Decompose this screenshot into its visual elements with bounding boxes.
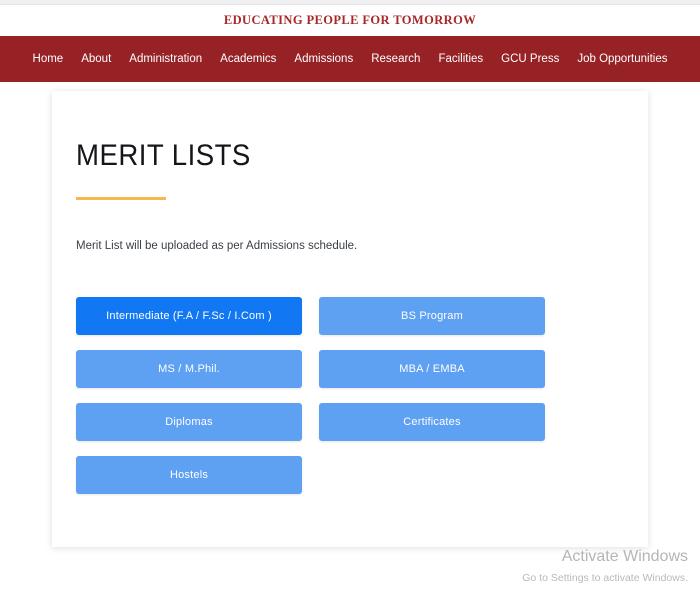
merit-button-hostels[interactable]: Hostels	[76, 456, 302, 495]
merit-button-bs-program[interactable]: BS Program	[319, 297, 545, 336]
merit-button-ms-mphil[interactable]: MS / M.Phil.	[76, 350, 302, 389]
nav-item-job-opportunities[interactable]: Job Opportunities	[568, 36, 676, 82]
content-card: MERIT LISTS Merit List will be uploaded …	[52, 91, 648, 547]
nav-item-academics[interactable]: Academics	[211, 36, 285, 82]
nav-item-home[interactable]: Home	[24, 36, 73, 82]
main-navigation: Home About Administration Academics Admi…	[0, 36, 700, 82]
site-tagline: EDUCATING PEOPLE FOR TOMORROW	[223, 13, 477, 27]
merit-button-certificates[interactable]: Certificates	[319, 403, 545, 442]
merit-button-mba-emba[interactable]: MBA / EMBA	[319, 350, 545, 389]
nav-item-administration[interactable]: Administration	[120, 36, 211, 82]
page-title: MERIT LISTS	[76, 139, 251, 172]
nav-item-gcu-press[interactable]: GCU Press	[492, 36, 568, 82]
card-inner: MERIT LISTS Merit List will be uploaded …	[52, 91, 648, 495]
site-tagline-band: EDUCATING PEOPLE FOR TOMORROW	[0, 5, 700, 36]
merit-button-diplomas[interactable]: Diplomas	[76, 403, 302, 442]
intro-text: Merit List will be uploaded as per Admis…	[76, 240, 358, 252]
nav-item-about[interactable]: About	[72, 36, 120, 82]
title-underline-rule	[76, 197, 166, 200]
nav-item-admissions[interactable]: Admissions	[285, 36, 362, 82]
nav-item-research[interactable]: Research	[362, 36, 429, 82]
nav-item-facilities[interactable]: Facilities	[429, 36, 492, 82]
merit-button-intermediate[interactable]: Intermediate (F.A / F.Sc / I.Com )	[76, 297, 302, 336]
merit-list-button-grid: Intermediate (F.A / F.Sc / I.Com ) BS Pr…	[76, 297, 620, 495]
